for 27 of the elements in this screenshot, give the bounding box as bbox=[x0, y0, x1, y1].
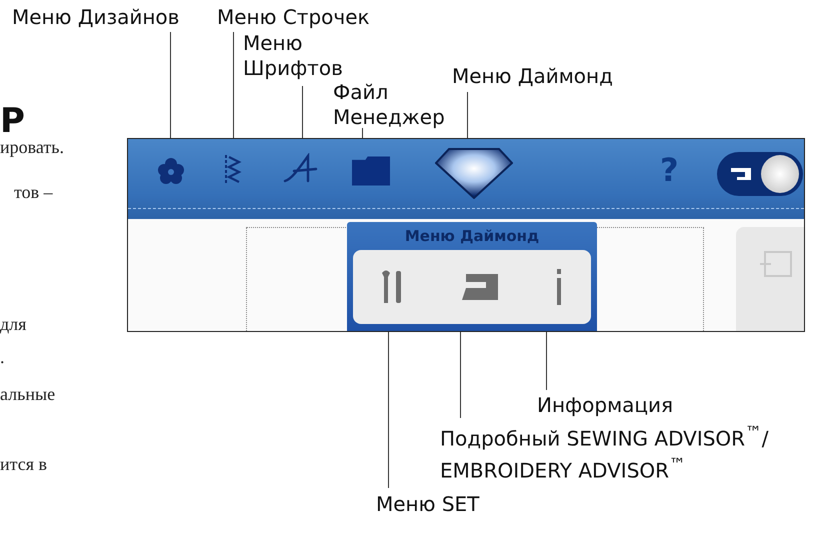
body-text-fragment: ится в bbox=[0, 453, 47, 475]
sewing-machine-icon bbox=[731, 168, 751, 180]
info-icon[interactable] bbox=[554, 269, 564, 305]
callout-label: Меню Дизайнов bbox=[12, 5, 180, 30]
stitch-icon[interactable] bbox=[224, 153, 242, 185]
callout-label: Меню Шрифтов bbox=[243, 31, 343, 81]
callout-label: Меню SET bbox=[376, 492, 480, 517]
flower-icon[interactable] bbox=[157, 157, 185, 185]
diamond-icon[interactable] bbox=[435, 147, 513, 199]
toggle-knob[interactable] bbox=[761, 155, 799, 193]
callout-label: Информация bbox=[537, 393, 674, 418]
body-text-fragment: . bbox=[0, 346, 4, 368]
leader-line bbox=[546, 332, 547, 390]
body-text-fragment: альные bbox=[0, 383, 56, 405]
sewing-machine-icon[interactable] bbox=[460, 272, 500, 302]
popup-title: Меню Даймонд bbox=[404, 227, 540, 245]
callout-label: Файл Менеджер bbox=[333, 80, 445, 130]
mode-toggle-switch[interactable] bbox=[717, 152, 803, 196]
callout-label: Меню Строчек bbox=[217, 5, 370, 30]
folder-icon[interactable] bbox=[352, 156, 390, 186]
section-heading: P bbox=[0, 104, 25, 138]
body-text-fragment: для bbox=[0, 313, 26, 335]
body-text-fragment: ировать. bbox=[0, 136, 64, 158]
callout-label: Подробный SEWING ADVISOR$^{™}$/ EMBROIDERY ADVISOR$^{™}$ bbox=[440, 422, 768, 484]
body-text-fragment: тов – bbox=[14, 181, 53, 203]
help-button[interactable]: ? bbox=[660, 151, 679, 189]
callout-label: Меню Даймонд bbox=[452, 64, 613, 89]
